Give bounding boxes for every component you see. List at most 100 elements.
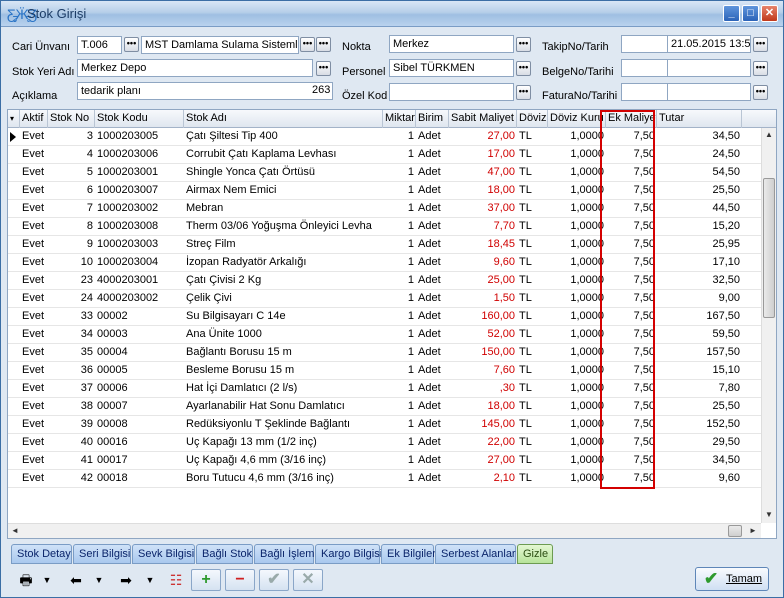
table-row[interactable]: Evet 37 00006 Hat İçi Damlatıcı (2 l/s) 1 Ade… — [8, 380, 776, 398]
cell-stok-kodu[interactable]: 00006 — [95, 380, 184, 398]
cell-sabit-maliyet[interactable]: 52,00 — [449, 326, 517, 344]
cell-doviz-kuru[interactable]: 1,0000 — [548, 362, 606, 380]
printer-icon[interactable]: 🖶 — [15, 569, 37, 591]
cell-stok-kodu[interactable]: 4000203002 — [95, 290, 184, 308]
cell-stok-no[interactable]: 35 — [48, 344, 95, 362]
cell-birim[interactable]: Adet — [416, 254, 449, 272]
cell-birim[interactable]: Adet — [416, 362, 449, 380]
cell-doviz-kuru[interactable]: 1,0000 — [548, 344, 606, 362]
cell-sabit-maliyet[interactable]: 9,60 — [449, 254, 517, 272]
table-row[interactable]: Evet 41 00017 Uç Kapağı 4,6 mm (3/16 inç) 1 A… — [8, 452, 776, 470]
cell-birim[interactable]: Adet — [416, 470, 449, 488]
cell-sabit-maliyet[interactable]: 150,00 — [449, 344, 517, 362]
cell-doviz-kuru[interactable]: 1,0000 — [548, 128, 606, 146]
nokta-lookup-button[interactable]: ••• — [516, 37, 531, 52]
cell-ek-maliyet[interactable]: 7,50 — [606, 200, 657, 218]
cell-aktif[interactable]: Evet — [20, 200, 48, 218]
cell-stok-adi[interactable]: Uç Kapağı 4,6 mm (3/16 inç) — [184, 452, 383, 470]
cell-stok-kodu[interactable]: 00018 — [95, 470, 184, 488]
cell-doviz[interactable]: TL — [517, 236, 548, 254]
tab-seri-bilgisi[interactable]: Seri Bilgisi — [73, 544, 131, 564]
cell-stok-kodu[interactable]: 00005 — [95, 362, 184, 380]
cell-stok-no[interactable]: 33 — [48, 308, 95, 326]
confirm-row-button[interactable]: ✔ — [259, 569, 289, 591]
cell-stok-adi[interactable]: Ana Ünite 1000 — [184, 326, 383, 344]
cell-ek-maliyet[interactable]: 7,50 — [606, 236, 657, 254]
cell-tutar[interactable]: 25,50 — [657, 182, 742, 200]
cell-doviz[interactable]: TL — [517, 218, 548, 236]
cell-stok-no[interactable]: 8 — [48, 218, 95, 236]
cell-tutar[interactable]: 15,20 — [657, 218, 742, 236]
cell-tutar[interactable]: 59,50 — [657, 326, 742, 344]
cell-aktif[interactable]: Evet — [20, 254, 48, 272]
cari-code-field[interactable]: T.006 — [77, 36, 122, 54]
cell-aktif[interactable]: Evet — [20, 398, 48, 416]
cell-ek-maliyet[interactable]: 7,50 — [606, 146, 657, 164]
cell-birim[interactable]: Adet — [416, 398, 449, 416]
cell-doviz-kuru[interactable]: 1,0000 — [548, 146, 606, 164]
cell-doviz[interactable]: TL — [517, 326, 548, 344]
cell-birim[interactable]: Adet — [416, 272, 449, 290]
takip-date-picker-button[interactable]: ••• — [753, 37, 768, 52]
cell-sabit-maliyet[interactable]: 18,00 — [449, 182, 517, 200]
cell-stok-adi[interactable]: Su Bilgisayarı C 14e — [184, 308, 383, 326]
cell-stok-kodu[interactable]: 1000203001 — [95, 164, 184, 182]
cell-ek-maliyet[interactable]: 7,50 — [606, 326, 657, 344]
cell-sabit-maliyet[interactable]: 7,70 — [449, 218, 517, 236]
cell-doviz[interactable]: TL — [517, 452, 548, 470]
cell-stok-adi[interactable]: İzopan Radyatör Arkalığı — [184, 254, 383, 272]
cell-stok-no[interactable]: 34 — [48, 326, 95, 344]
back-dropdown-icon[interactable]: ▼ — [93, 569, 105, 591]
cell-sabit-maliyet[interactable]: 18,45 — [449, 236, 517, 254]
cell-aktif[interactable]: Evet — [20, 452, 48, 470]
cell-stok-adi[interactable]: Bağlantı Borusu 15 m — [184, 344, 383, 362]
cell-tutar[interactable]: 7,80 — [657, 380, 742, 398]
cell-stok-no[interactable]: 40 — [48, 434, 95, 452]
cell-miktar[interactable]: 1 — [383, 200, 416, 218]
takip-no-field[interactable] — [621, 35, 668, 53]
cell-miktar[interactable]: 1 — [383, 128, 416, 146]
table-row[interactable]: Evet 34 00003 Ana Ünite 1000 1 Adet 52,00 TL 1,0… — [8, 326, 776, 344]
table-row[interactable]: Evet 9 1000203003 Streç Film 1 Adet 18,45 TL 1,0… — [8, 236, 776, 254]
cell-sabit-maliyet[interactable]: 18,00 — [449, 398, 517, 416]
cell-stok-kodu[interactable]: 00017 — [95, 452, 184, 470]
cell-doviz-kuru[interactable]: 1,0000 — [548, 164, 606, 182]
cell-miktar[interactable]: 1 — [383, 416, 416, 434]
cell-ek-maliyet[interactable]: 7,50 — [606, 362, 657, 380]
cell-stok-no[interactable]: 10 — [48, 254, 95, 272]
cell-doviz[interactable]: TL — [517, 290, 548, 308]
cell-stok-kodu[interactable]: 00002 — [95, 308, 184, 326]
cell-birim[interactable]: Adet — [416, 434, 449, 452]
cell-doviz-kuru[interactable]: 1,0000 — [548, 308, 606, 326]
scroll-up-icon[interactable]: ▲ — [763, 129, 775, 141]
vertical-scroll-thumb[interactable] — [763, 178, 775, 318]
cell-doviz[interactable]: TL — [517, 362, 548, 380]
cell-stok-adi[interactable]: Ayarlanabilir Hat Sonu Damlatıcı — [184, 398, 383, 416]
personel-field[interactable]: Sibel TÜRKMEN — [389, 59, 514, 77]
belge-date-picker-button[interactable]: ••• — [753, 61, 768, 76]
column-header-tutar[interactable]: Tutar — [657, 110, 742, 128]
tab-bagli-islem[interactable]: Bağlı İşlem — [254, 544, 314, 564]
cell-stok-no[interactable]: 24 — [48, 290, 95, 308]
cell-sabit-maliyet[interactable]: 27,00 — [449, 128, 517, 146]
cell-stok-no[interactable]: 42 — [48, 470, 95, 488]
cell-doviz[interactable]: TL — [517, 128, 548, 146]
cell-stok-kodu[interactable]: 1000203003 — [95, 236, 184, 254]
cell-tutar[interactable]: 24,50 — [657, 146, 742, 164]
delete-row-button[interactable]: − — [225, 569, 255, 591]
cell-tutar[interactable]: 25,95 — [657, 236, 742, 254]
cell-doviz-kuru[interactable]: 1,0000 — [548, 218, 606, 236]
cell-sabit-maliyet[interactable]: 17,00 — [449, 146, 517, 164]
cell-birim[interactable]: Adet — [416, 182, 449, 200]
cell-stok-no[interactable]: 9 — [48, 236, 95, 254]
cell-birim[interactable]: Adet — [416, 326, 449, 344]
checklist-icon[interactable]: ☷ — [166, 569, 186, 591]
cell-birim[interactable]: Adet — [416, 236, 449, 254]
cell-doviz[interactable]: TL — [517, 308, 548, 326]
table-row[interactable]: Evet 8 1000203008 Therm 03/06 Yoğuşma Önley… — [8, 218, 776, 236]
aciklama-field[interactable]: tedarik planı — [77, 82, 333, 100]
cell-tutar[interactable]: 157,50 — [657, 344, 742, 362]
nokta-field[interactable]: Merkez — [389, 35, 514, 53]
personel-lookup-button[interactable]: ••• — [516, 61, 531, 76]
cell-birim[interactable]: Adet — [416, 416, 449, 434]
